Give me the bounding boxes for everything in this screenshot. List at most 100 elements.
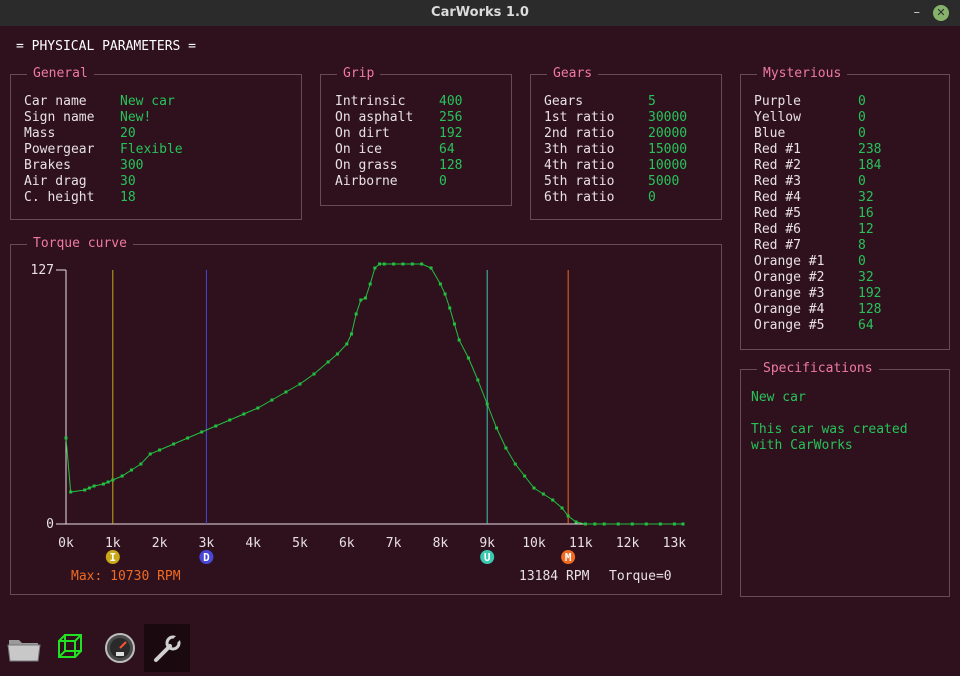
general-row[interactable]: Powergear Flexible [24,142,183,158]
grip-row[interactable]: On asphalt 256 [335,110,462,126]
grip-row-value[interactable]: 400 [439,94,462,110]
general-row[interactable]: Air drag 30 [24,174,183,190]
gears-row-label: Gears [544,94,584,109]
grip-row[interactable]: On dirt 192 [335,126,462,142]
general-row[interactable]: Car name New car [24,94,183,110]
mysterious-row-value[interactable]: 12 [858,222,874,238]
mysterious-row-value[interactable]: 192 [858,286,881,302]
general-row-value[interactable]: Flexible [120,142,183,158]
general-row-value[interactable]: 20 [120,126,136,142]
gears-row-value[interactable]: 5000 [648,174,679,190]
grip-row-value[interactable]: 64 [439,142,455,158]
spec-car-name: New car [751,390,806,405]
mysterious-row-value[interactable]: 64 [858,318,874,334]
mysterious-row[interactable]: Red #3 0 [754,174,881,190]
mysterious-row[interactable]: Orange #2 32 [754,270,881,286]
grip-row[interactable]: Intrinsic 400 [335,94,462,110]
general-row-value[interactable]: 30 [120,174,136,190]
mysterious-row[interactable]: Orange #4 128 [754,302,881,318]
torque-point [368,282,372,286]
window-title: CarWorks 1.0 [431,5,529,20]
torque-point [513,462,517,466]
gears-row[interactable]: 1st ratio 30000 [544,110,687,126]
mysterious-row[interactable]: Blue 0 [754,126,881,142]
settings-button[interactable] [144,624,190,672]
x-tick-label: 8k [433,536,449,551]
mysterious-row[interactable]: Yellow 0 [754,110,881,126]
grip-row-value[interactable]: 0 [439,174,447,190]
general-row-value[interactable]: New! [120,110,151,126]
mysterious-row[interactable]: Orange #5 64 [754,318,881,334]
folder-button[interactable] [0,624,46,672]
general-row-value[interactable]: 18 [120,190,136,206]
mysterious-row-label: Blue [754,126,786,141]
grip-row[interactable]: Airborne 0 [335,174,462,190]
mysterious-row-value[interactable]: 0 [858,94,866,110]
mysterious-row[interactable]: Orange #3 192 [754,286,881,302]
grip-row-value[interactable]: 192 [439,126,462,142]
torque-point [335,352,339,356]
grip-row-value[interactable]: 128 [439,158,462,174]
general-row-value[interactable]: 300 [120,158,143,174]
gears-row-value[interactable]: 30000 [648,110,687,126]
gauge-button[interactable] [96,624,142,672]
torque-point [92,484,96,488]
gears-row[interactable]: 2nd ratio 20000 [544,126,687,142]
mysterious-row-value[interactable]: 16 [858,206,874,222]
gears-row-label: 5th ratio [544,174,615,189]
gears-row-value[interactable]: 10000 [648,158,687,174]
page-heading: = PHYSICAL PARAMETERS = [16,39,197,54]
mysterious-row-label: Orange #3 [754,286,825,301]
torque-point [284,390,288,394]
grip-row-label: On ice [335,142,382,157]
gears-row[interactable]: 6th ratio 0 [544,190,687,206]
general-row[interactable]: C. height 18 [24,190,183,206]
gears-row-value[interactable]: 20000 [648,126,687,142]
minimize-button[interactable]: – [914,0,921,26]
mysterious-row-value[interactable]: 0 [858,126,866,142]
general-row[interactable]: Mass 20 [24,126,183,142]
close-button[interactable]: ✕ [933,5,949,21]
torque-chart[interactable]: 127 0 0k 1k 2k 3k 4k 5k 6k 7k 8k 9k 10k 11k 12k 13k I D U M [11,245,721,594]
mysterious-row[interactable]: Red #5 16 [754,206,881,222]
mysterious-row[interactable]: Orange #1 0 [754,254,881,270]
mysterious-row-value[interactable]: 238 [858,142,881,158]
mysterious-row-value[interactable]: 8 [858,238,866,254]
mysterious-row[interactable]: Red #4 32 [754,190,881,206]
general-row-value[interactable]: New car [120,94,175,110]
torque-point [616,522,620,526]
mysterious-row-value[interactable]: 0 [858,174,866,190]
gears-row-value[interactable]: 0 [648,190,656,206]
mysterious-row-value[interactable]: 32 [858,190,874,206]
torque-point [139,462,143,466]
panel-mysterious-title: Mysterious [757,66,848,82]
gears-row-value[interactable]: 15000 [648,142,687,158]
mysterious-row-value[interactable]: 0 [858,110,866,126]
mysterious-row-value[interactable]: 128 [858,302,881,318]
torque-point [523,474,527,478]
mysterious-row-value[interactable]: 0 [858,254,866,270]
mysterious-row[interactable]: Purple 0 [754,94,881,110]
mysterious-row[interactable]: Red #2 184 [754,158,881,174]
mysterious-row-value[interactable]: 32 [858,270,874,286]
general-row[interactable]: Brakes 300 [24,158,183,174]
mysterious-row[interactable]: Red #7 8 [754,238,881,254]
gears-row[interactable]: Gears 5 [544,94,687,110]
general-row[interactable]: Sign name New! [24,110,183,126]
mysterious-row-value[interactable]: 184 [858,158,881,174]
mysterious-row[interactable]: Red #1 238 [754,142,881,158]
torque-point [120,474,124,478]
grip-row[interactable]: On ice 64 [335,142,462,158]
grip-row[interactable]: On grass 128 [335,158,462,174]
gears-row[interactable]: 3th ratio 15000 [544,142,687,158]
grip-row-label: On grass [335,158,398,173]
gears-row[interactable]: 5th ratio 5000 [544,174,687,190]
gears-row[interactable]: 4th ratio 10000 [544,158,687,174]
gears-row-value[interactable]: 5 [648,94,656,110]
model-button[interactable] [48,624,94,672]
panel-gears: Gears Gears 5 1st ratio 30000 2nd ratio 20000… [530,66,722,220]
mysterious-row[interactable]: Red #6 12 [754,222,881,238]
torque-point [560,506,564,510]
grip-row-value[interactable]: 256 [439,110,462,126]
marker-label-D: D [203,551,210,564]
